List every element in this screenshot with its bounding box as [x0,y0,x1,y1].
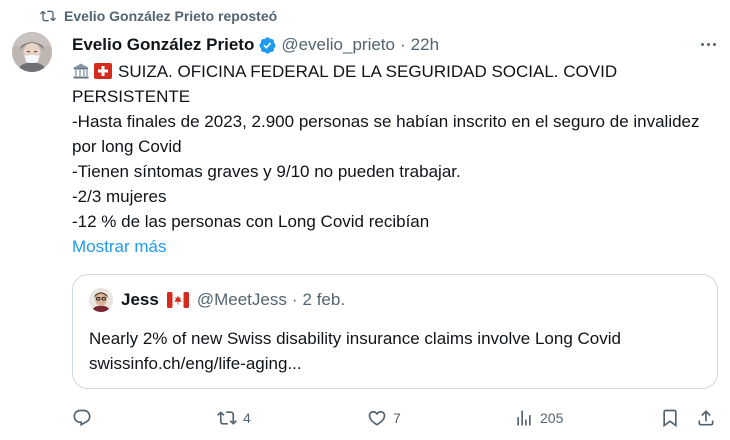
author-handle[interactable]: @evelio_prieto [281,35,395,55]
verified-badge-icon [259,36,276,54]
bookmark-button[interactable] [660,405,680,431]
quoted-header-separator: · [291,290,298,309]
repost-count: 4 [243,410,251,426]
repost-context[interactable]: Evelio González Prieto reposteó [40,6,277,26]
show-more-link[interactable]: Mostrar más [72,234,166,259]
quoted-date[interactable]: 2 feb. [303,290,346,310]
tweet-line-3: -Tienen síntomas graves y 9/10 no pueden… [72,162,461,181]
emoji-group [72,62,112,80]
like-button[interactable]: 7 [367,405,401,431]
quoted-line-1: Nearly 2% of new Swiss disability insura… [89,329,621,348]
quoted-line-2: swissinfo.ch/eng/life-aging... [89,354,302,373]
more-options-icon[interactable] [698,36,718,52]
share-icon [698,410,714,426]
canada-flag-icon [166,292,189,308]
quoted-tweet-header: Jess @MeetJess · 2 feb. [89,288,346,312]
tweet-time[interactable]: 22h [411,35,439,55]
tweet-line-2: -Hasta finales de 2023, 2.900 personas s… [72,112,700,156]
tweet-line-5: -12 % de las personas con Long Covid rec… [72,212,430,231]
header-separator: · [399,35,406,54]
repost-button[interactable]: 4 [217,405,251,431]
quoted-tweet[interactable]: Jess @MeetJess · 2 feb. Nearly 2% of new… [72,274,718,389]
tweet-line-4: -2/3 mujeres [72,187,167,206]
bank-emoji-icon [73,63,89,79]
swiss-flag-icon [94,63,112,79]
quoted-author-avatar[interactable] [89,288,113,312]
reply-button[interactable] [72,405,98,431]
repost-icon [40,10,56,22]
quoted-author-handle[interactable]: @MeetJess [197,290,287,310]
like-count: 7 [393,410,401,426]
views-chart-icon [517,410,531,426]
share-button[interactable] [696,405,716,431]
action-bar: 4 7 205 [72,405,718,431]
tweet-header: Evelio González Prieto @evelio_prieto · … [72,32,439,58]
reply-icon [73,409,91,427]
views-button[interactable]: 205 [514,405,563,431]
quoted-tweet-text: Nearly 2% of new Swiss disability insura… [89,326,709,376]
views-count: 205 [540,410,564,426]
quoted-author-name[interactable]: Jess [121,290,159,310]
bookmark-icon [663,409,677,428]
author-avatar[interactable] [12,32,52,72]
heart-icon [368,410,386,426]
repost-label: Evelio González Prieto reposteó [64,8,278,24]
tweet-line-1: SUIZA. OFICINA FEDERAL DE LA SEGURIDAD S… [72,62,618,106]
repost-action-icon [217,411,237,425]
author-name[interactable]: Evelio González Prieto [72,35,254,55]
tweet-text: SUIZA. OFICINA FEDERAL DE LA SEGURIDAD S… [72,59,712,234]
